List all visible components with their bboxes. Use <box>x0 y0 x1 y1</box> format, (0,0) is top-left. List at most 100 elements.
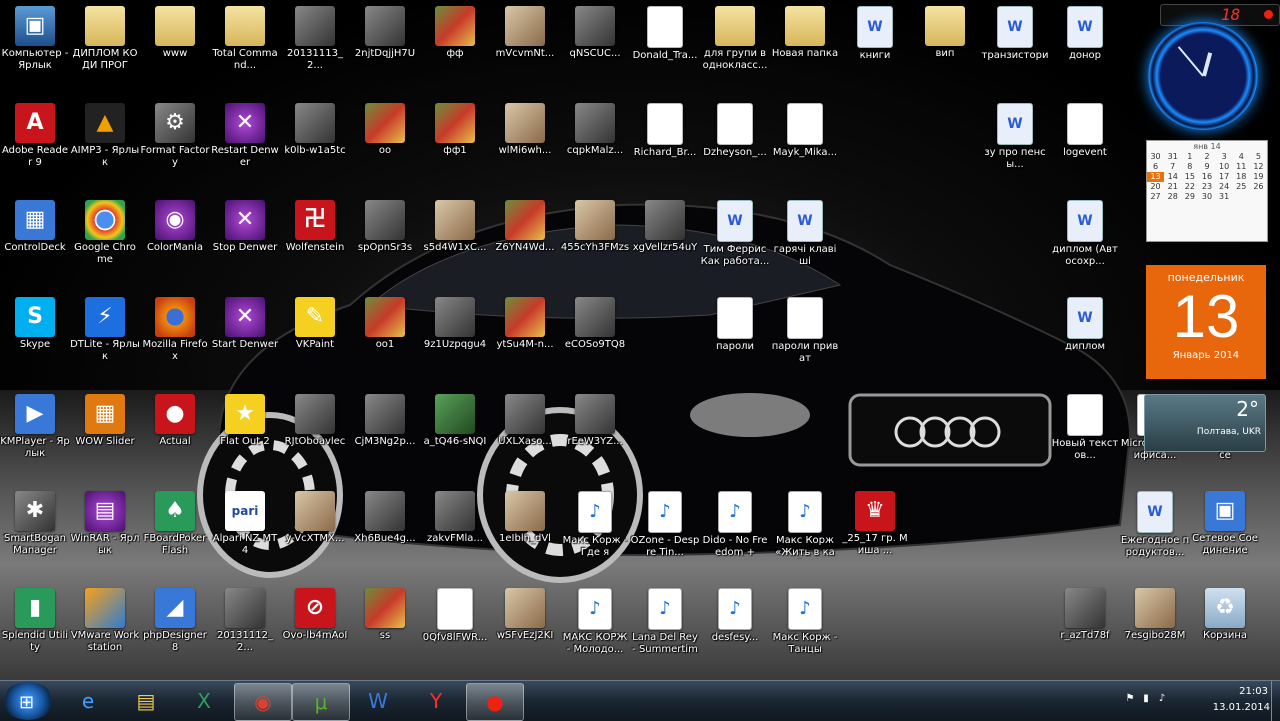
calendar-day-cell[interactable]: 23 <box>1198 182 1215 192</box>
calendar-day-cell[interactable]: 30 <box>1147 152 1164 162</box>
calendar-day-cell[interactable]: 20 <box>1147 182 1164 192</box>
desktop-icon[interactable]: ▦ WOW Slider <box>70 394 140 448</box>
desktop-icon[interactable]: фф1 <box>420 103 490 157</box>
calendar-day-cell[interactable]: 14 <box>1164 172 1181 182</box>
desktop-icon[interactable]: ⚙ Format Factory <box>140 103 210 169</box>
desktop-icon[interactable]: CjM3Ng2p... <box>350 394 420 448</box>
desktop-icon[interactable]: wSFvEzJ2KI <box>490 588 560 642</box>
desktop-icon[interactable]: Dzheyson_... <box>700 103 770 159</box>
desktop-icon[interactable]: ▲ AIMP3 - Ярлык <box>70 103 140 169</box>
calendar-day-cell[interactable]: 11 <box>1233 162 1250 172</box>
desktop-icon[interactable]: wlMi6wh... <box>490 103 560 157</box>
calendar-day-cell[interactable] <box>1250 192 1267 202</box>
desktop-icon[interactable]: ✕ Stop Denwer <box>210 200 280 254</box>
weather-gadget[interactable]: 2° Полтава, UKR <box>1144 394 1266 452</box>
big-calendar-gadget[interactable]: понедельник 13 Январь 2014 <box>1146 265 1266 379</box>
desktop-icon[interactable]: Wдиплом <box>1050 297 1120 353</box>
desktop-icon[interactable]: Total Command... <box>210 6 280 72</box>
desktop-icon[interactable]: пароли <box>700 297 770 353</box>
desktop-icon[interactable]: Wзу про пенсы... <box>980 103 1050 171</box>
calendar-day-cell[interactable]: 25 <box>1233 182 1250 192</box>
desktop-icon[interactable]: для групи в однокласс... <box>700 6 770 72</box>
calendar-day-cell[interactable]: 16 <box>1198 172 1215 182</box>
desktop[interactable]: ▣ Компьютер - Ярлык ДИПЛОМ КОДИ ПРОГ www Tot… <box>0 0 1280 680</box>
calendar-day-cell[interactable]: 9 <box>1198 162 1215 172</box>
desktop-icon[interactable]: RJtOboavlec <box>280 394 350 448</box>
desktop-icon[interactable]: ⊘ Ovo-lb4mAoI <box>280 588 350 642</box>
calendar-day-cell[interactable]: 19 <box>1250 172 1267 182</box>
desktop-icon[interactable]: ✎ VKPaint <box>280 297 350 351</box>
desktop-icon[interactable]: ♪ Макс Корж - Где я <box>560 491 630 559</box>
desktop-icon[interactable]: 1eIblh_dVl <box>490 491 560 545</box>
desktop-icon[interactable]: oo <box>350 103 420 157</box>
taskbar-utorrent-button[interactable]: μ <box>292 683 350 721</box>
desktop-icon[interactable]: ● Actual <box>140 394 210 448</box>
desktop-icon[interactable]: Wгарячі клавіші <box>770 200 840 268</box>
desktop-icon[interactable]: 455cYh3FMzs <box>560 200 630 254</box>
desktop-icon[interactable]: пароли приват <box>770 297 840 365</box>
desktop-icon[interactable]: 7esgibo28M <box>1120 588 1190 642</box>
desktop-icon[interactable]: ♪ desfesy... <box>700 588 770 644</box>
desktop-icon[interactable]: ♪Lana Del Rey - Summertime... <box>630 588 700 656</box>
taskbar-windows-explorer-button[interactable]: ▤ <box>118 683 174 719</box>
show-desktop-button[interactable] <box>1271 681 1280 721</box>
desktop-icon[interactable]: www <box>140 6 210 60</box>
desktop-icon[interactable]: Wтранзистори <box>980 6 1050 62</box>
calendar-day-cell[interactable]: 12 <box>1250 162 1267 172</box>
calendar-day-cell[interactable] <box>1233 192 1250 202</box>
desktop-icon[interactable]: oo1 <box>350 297 420 351</box>
desktop-icon[interactable]: eCOSo9TQ8 <box>560 297 630 351</box>
desktop-icon[interactable]: VMware Workstation <box>70 588 140 654</box>
desktop-icon[interactable]: ♠ FBoardPoker Flash <box>140 491 210 557</box>
desktop-icon[interactable]: rEeW3YZ... <box>560 394 630 448</box>
calendar-day-cell[interactable]: 29 <box>1181 192 1198 202</box>
calendar-day-cell[interactable]: 3 <box>1216 152 1233 162</box>
start-button[interactable]: ⊞ <box>2 682 54 720</box>
desktop-icon[interactable]: 卍 Wolfenstein <box>280 200 350 254</box>
desktop-icon[interactable]: qNSCUC... <box>560 6 630 60</box>
desktop-icon[interactable]: Xh6Bue4g... <box>350 491 420 545</box>
desktop-icon[interactable]: xgVellzr54uY <box>630 200 700 254</box>
calendar-day-cell[interactable]: 7 <box>1164 162 1181 172</box>
desktop-icon[interactable]: ◉ ColorMania <box>140 200 210 254</box>
desktop-icon[interactable]: ♪ Макс Корж - Танцы <box>770 588 840 656</box>
tray-date[interactable]: 13.01.2014 <box>1213 702 1270 713</box>
desktop-icon[interactable]: ★ Flat Out 2 <box>210 394 280 448</box>
desktop-icon[interactable]: Richard_Br... <box>630 103 700 159</box>
taskbar-word-button[interactable]: W <box>350 683 406 719</box>
desktop-icon[interactable]: Wдиплом (Автосохр... <box>1050 200 1120 268</box>
calendar-day-cell[interactable]: 30 <box>1198 192 1215 202</box>
desktop-icon[interactable]: ♪ Dido - No Freedom + <box>700 491 770 559</box>
desktop-icon[interactable]: ✱ SmartBogan Manager <box>0 491 70 557</box>
desktop-icon[interactable]: 0Qfv8lFWR... <box>420 588 490 644</box>
desktop-icon[interactable]: W Ежегодное продуктов... <box>1120 491 1190 559</box>
desktop-icon[interactable]: ▣ Компьютер - Ярлык <box>0 6 70 72</box>
desktop-icon[interactable]: spOpnSr3s <box>350 200 420 254</box>
desktop-icon[interactable]: вип <box>910 6 980 60</box>
calendar-day-cell[interactable]: 21 <box>1164 182 1181 192</box>
desktop-icon[interactable]: ⚡ DTLite - Ярлык <box>70 297 140 363</box>
calendar-day-cell[interactable]: 31 <box>1216 192 1233 202</box>
tray-time[interactable]: 21:03 <box>1239 686 1268 697</box>
desktop-icon[interactable]: фф <box>420 6 490 60</box>
led-counter-gadget[interactable]: 18 <box>1160 4 1280 26</box>
desktop-icon[interactable]: Новая папка <box>770 6 840 60</box>
desktop-icon[interactable]: ▦ ControlDeck <box>0 200 70 254</box>
desktop-icon[interactable]: ◢ phpDesigner 8 <box>140 588 210 654</box>
desktop-icon[interactable]: 2njtDqjjH7U <box>350 6 420 60</box>
calendar-day-cell[interactable]: 4 <box>1233 152 1250 162</box>
desktop-icon[interactable]: ▤ WinRAR - Ярлык <box>70 491 140 557</box>
calendar-day-cell[interactable]: 8 <box>1181 162 1198 172</box>
taskbar-excel-button[interactable]: X <box>176 683 232 719</box>
desktop-icon[interactable]: UXLXaso... <box>490 394 560 448</box>
desktop-icon[interactable]: cqpkMalz... <box>560 103 630 157</box>
clock-gadget[interactable] <box>1148 22 1258 130</box>
desktop-icon[interactable]: pari Alpari NZ MT4 <box>210 491 280 557</box>
desktop-icon[interactable]: ▣ Сетевое Соединение <box>1190 491 1260 557</box>
desktop-icon[interactable]: ss <box>350 588 420 642</box>
flag-icon[interactable]: ⚑ <box>1124 693 1136 705</box>
desktop-icon[interactable]: ytSu4M-n... <box>490 297 560 351</box>
desktop-icon[interactable]: Wкниги <box>840 6 910 62</box>
calendar-day-cell[interactable]: 27 <box>1147 192 1164 202</box>
desktop-icon[interactable]: logevent <box>1050 103 1120 159</box>
